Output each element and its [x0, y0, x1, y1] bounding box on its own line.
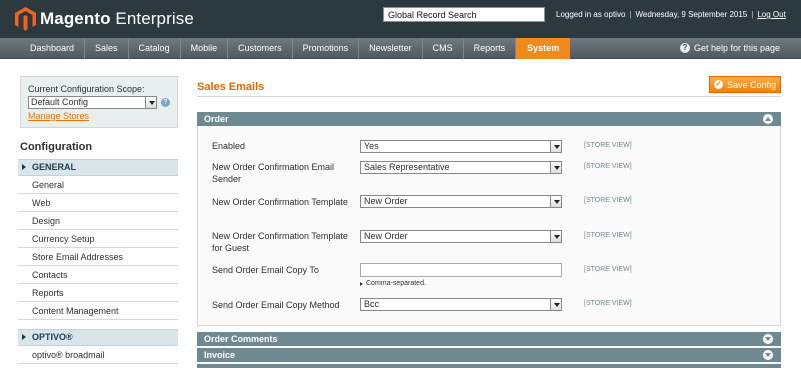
manage-stores-link[interactable]: Manage Stores	[28, 111, 170, 121]
sidebar-item-store-email-addresses[interactable]: Store Email Addresses	[18, 248, 178, 266]
fieldset-order-body	[197, 126, 781, 326]
nav-item-catalog[interactable]: Catalog	[129, 38, 181, 59]
chevron-down-icon	[145, 97, 156, 108]
field-label-sender: New Order Confirmation Email Sender	[212, 162, 335, 184]
copy-to-note: Comma-separated.	[360, 280, 426, 287]
scope-tag: [STORE VIEW]	[584, 163, 632, 170]
page-title: Sales Emails	[197, 81, 265, 93]
copy-to-input[interactable]	[360, 263, 562, 277]
scope-tag: [STORE VIEW]	[584, 197, 632, 204]
scope-select-value: Default Config	[31, 97, 89, 107]
guest-template-select[interactable]: New Order	[360, 230, 562, 243]
fieldset-invoice-header[interactable]: Invoice	[197, 348, 781, 362]
main-nav: Dashboard Sales Catalog Mobile Customers Prom…	[0, 38, 801, 59]
sidebar-item-general[interactable]: General	[18, 176, 178, 194]
magento-logo[interactable]: Magento Enterprise	[15, 6, 194, 32]
field-label-copy-method: Send Order Email Copy Method	[212, 300, 340, 310]
fieldset-next-header[interactable]	[197, 364, 781, 368]
fieldset-order-label: Order	[204, 114, 229, 124]
fieldset-invoice-label: Invoice	[204, 350, 236, 360]
nav-item-reports[interactable]: Reports	[464, 38, 517, 59]
scope-help-icon[interactable]: ?	[161, 98, 170, 107]
help-icon: ?	[680, 43, 690, 53]
field-label-enabled: Enabled	[212, 141, 246, 151]
collapse-icon	[763, 114, 773, 124]
nav-item-customers[interactable]: Customers	[228, 38, 293, 59]
chevron-down-icon	[550, 231, 561, 242]
template-select-value: New Order	[364, 196, 408, 206]
user-info: Logged in as optivo | Wednesday, 9 Septemb…	[556, 10, 786, 19]
scope-select[interactable]: Default Config	[28, 96, 157, 109]
scope-tag: [STORE VIEW]	[584, 142, 632, 149]
sidebar-item-optivo-broadmail[interactable]: optivo® broadmail	[18, 346, 178, 364]
fieldset-order-comments-label: Order Comments	[204, 334, 278, 344]
copy-method-select-value: Bcc	[364, 299, 380, 309]
chevron-down-icon	[550, 141, 561, 152]
title-divider	[197, 96, 781, 97]
save-config-label: Save Config	[726, 79, 777, 90]
chevron-down-icon	[550, 162, 561, 173]
sender-select-value: Sales Representative	[364, 162, 450, 172]
sidebar-item-reports[interactable]: Reports	[18, 284, 178, 302]
help-label: Get help for this page	[694, 43, 781, 53]
sender-select[interactable]: Sales Representative	[360, 161, 562, 174]
global-search-input[interactable]: Global Record Search	[383, 7, 545, 22]
field-label-template: New Order Confirmation Template	[212, 197, 348, 207]
nav-item-mobile[interactable]: Mobile	[181, 38, 229, 59]
logout-link[interactable]: Log Out	[757, 10, 785, 19]
field-label-copy-to: Send Order Email Copy To	[212, 265, 319, 275]
scope-tag: [STORE VIEW]	[584, 300, 632, 307]
nav-item-dashboard[interactable]: Dashboard	[20, 38, 86, 59]
config-sidebar: GENERAL General Web Design Currency Setup Sto…	[18, 159, 178, 364]
sidebar-section-header[interactable]: GENERAL	[18, 159, 178, 176]
fieldset-order-header[interactable]: Order	[197, 112, 781, 126]
help-link[interactable]: ? Get help for this page	[680, 43, 780, 53]
header: Magento Enterprise Global Record Search …	[0, 0, 801, 38]
nav-item-system[interactable]: System	[516, 38, 571, 59]
expand-icon	[763, 350, 773, 360]
date-text: Wednesday, 9 September 2015	[635, 10, 748, 19]
nav-item-promotions[interactable]: Promotions	[293, 38, 360, 59]
scope-tag: [STORE VIEW]	[584, 266, 632, 273]
sidebar-section-header[interactable]: OPTIVO®	[18, 329, 178, 346]
nav-item-cms[interactable]: CMS	[423, 38, 464, 59]
config-scope-panel: Current Configuration Scope: Default Con…	[20, 76, 178, 128]
field-label-guest-template: New Order Confirmation Template for Gues…	[212, 231, 348, 253]
scope-tag: [STORE VIEW]	[584, 232, 632, 239]
nav-items: Dashboard Sales Catalog Mobile Customers Prom…	[20, 38, 571, 59]
sidebar-item-contacts[interactable]: Contacts	[18, 266, 178, 284]
enabled-select-value: Yes	[364, 141, 379, 151]
enabled-select[interactable]: Yes	[360, 140, 562, 153]
sidebar-item-web[interactable]: Web	[18, 194, 178, 212]
nav-item-sales[interactable]: Sales	[85, 38, 129, 59]
sidebar-item-content-management[interactable]: Content Management	[18, 302, 178, 320]
guest-template-select-value: New Order	[364, 231, 408, 241]
logo-text: Magento Enterprise	[40, 9, 194, 28]
check-icon: ✓	[713, 80, 723, 89]
scope-label: Current Configuration Scope:	[28, 84, 145, 94]
sidebar-item-design[interactable]: Design	[18, 212, 178, 230]
copy-method-select[interactable]: Bcc	[360, 298, 562, 311]
magento-logo-icon	[15, 7, 36, 31]
chevron-down-icon	[550, 299, 561, 310]
copy-to-note-text: Comma-separated.	[366, 280, 426, 287]
sidebar-item-currency-setup[interactable]: Currency Setup	[18, 230, 178, 248]
expand-icon	[763, 334, 773, 344]
chevron-down-icon	[550, 196, 561, 207]
configuration-title: Configuration	[20, 141, 93, 153]
fieldset-order-comments-header[interactable]: Order Comments	[197, 332, 781, 346]
save-config-button[interactable]: ✓ Save Config	[709, 76, 781, 93]
logged-in-text: Logged in as optivo	[556, 10, 626, 19]
nav-item-newsletter[interactable]: Newsletter	[359, 38, 423, 59]
template-select[interactable]: New Order	[360, 195, 562, 208]
